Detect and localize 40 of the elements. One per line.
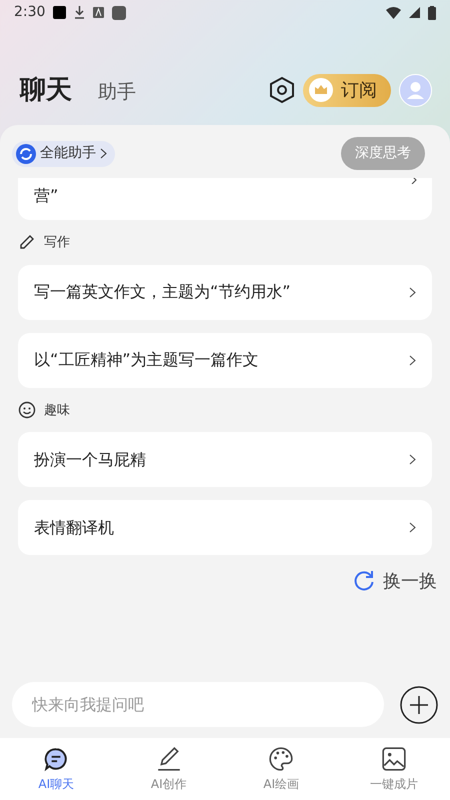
prompt-card[interactable]: 以“工匠精神”为主题写一篇作文 — [18, 332, 432, 388]
battery-icon — [428, 6, 436, 20]
subscribe-button[interactable]: 订阅 — [303, 74, 391, 106]
palette-icon — [268, 746, 294, 772]
signal-icon — [409, 7, 420, 18]
notification-icon — [53, 6, 66, 19]
chevron-icon — [411, 178, 418, 184]
add-icon[interactable] — [400, 686, 438, 724]
pencil-icon — [156, 746, 182, 772]
chevron-icon — [409, 522, 416, 533]
header-tab[interactable]: 聊天 — [20, 70, 72, 110]
prompt-card[interactable]: 扮演一个马屁精 — [18, 432, 432, 487]
refresh-icon — [353, 570, 375, 592]
nav-tab[interactable]: AI聊天 — [0, 738, 112, 800]
image-icon — [380, 746, 407, 772]
switch-icon — [16, 144, 36, 164]
wifi-icon — [386, 6, 401, 18]
header-tab[interactable]: 助手 — [98, 78, 136, 106]
download-icon — [74, 6, 86, 19]
chevron-icon — [100, 148, 107, 159]
notification-icon — [112, 6, 126, 20]
refresh-button[interactable]: 换一换 — [353, 568, 437, 595]
chevron-icon — [409, 454, 416, 465]
chat-icon — [43, 746, 70, 772]
settings-icon[interactable] — [269, 76, 295, 104]
nav-tab[interactable]: AI绘画 — [225, 738, 338, 800]
crown-icon — [309, 78, 333, 102]
app-icon — [93, 7, 104, 18]
prompt-card[interactable]: 表情翻译机 — [18, 500, 432, 555]
chevron-icon — [409, 286, 416, 298]
prompt-card[interactable]: 写一篇英文作文，主题为“节约用水” — [18, 264, 432, 320]
section-title: 趣味 — [44, 402, 70, 420]
nav-tab[interactable]: AI创作 — [112, 738, 225, 800]
prompt-card[interactable]: 营” — [18, 178, 432, 220]
section-title: 写作 — [44, 234, 70, 252]
smiley-icon — [18, 401, 36, 420]
chevron-icon — [409, 354, 416, 366]
clock: 2:30 — [14, 3, 46, 22]
assistant-selector[interactable]: 全能助手 — [12, 140, 115, 166]
nav-tab[interactable]: 一键成片 — [338, 738, 450, 800]
